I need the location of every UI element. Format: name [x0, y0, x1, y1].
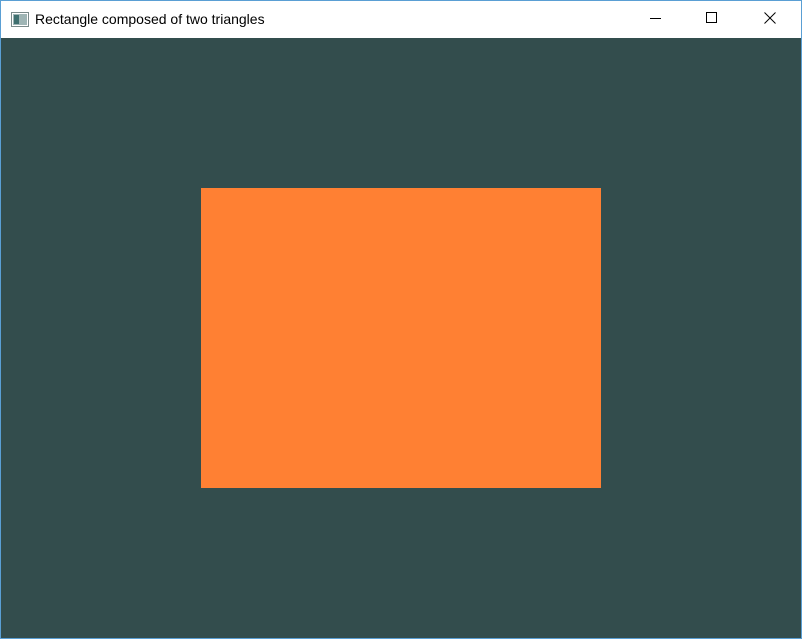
app-window: Rectangle composed of two triangles — [0, 0, 802, 639]
close-icon — [764, 11, 776, 29]
window-title: Rectangle composed of two triangles — [35, 11, 265, 27]
maximize-button[interactable] — [689, 1, 735, 38]
minimize-button[interactable] — [633, 1, 679, 38]
app-window-icon — [11, 12, 29, 27]
maximize-icon — [706, 11, 718, 29]
title-bar[interactable]: Rectangle composed of two triangles — [1, 1, 801, 38]
render-viewport[interactable] — [1, 38, 801, 638]
close-button[interactable] — [747, 1, 793, 38]
orange-rectangle — [201, 188, 601, 488]
minimize-icon — [650, 11, 662, 29]
